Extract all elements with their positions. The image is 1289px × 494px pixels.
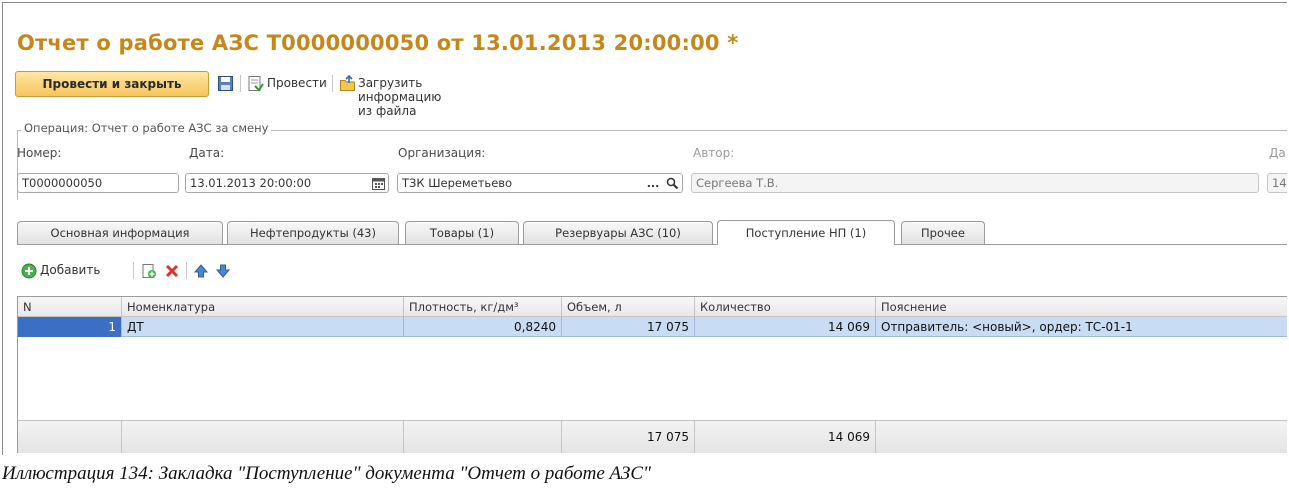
number-field[interactable]: Т0000000050 bbox=[17, 173, 179, 193]
footer-total-volume: 17 075 bbox=[562, 421, 695, 453]
extra-date-label: Да bbox=[1269, 146, 1286, 160]
tab-goods[interactable]: Товары (1) bbox=[405, 221, 519, 244]
footer-total-quantity: 14 069 bbox=[695, 421, 876, 453]
organization-field-value: ТЗК Шереметьево bbox=[402, 176, 513, 190]
cell-volume[interactable]: 17 075 bbox=[562, 317, 695, 337]
footer-cell-empty bbox=[404, 421, 562, 453]
tabs-baseline bbox=[17, 244, 1287, 245]
delete-icon[interactable] bbox=[164, 263, 180, 282]
organization-field[interactable]: ТЗК Шереметьево ... bbox=[397, 173, 683, 193]
toolbar-separator bbox=[240, 75, 241, 92]
page-title: Отчет о работе АЗС Т0000000050 от 13.01.… bbox=[17, 31, 739, 55]
column-header-volume[interactable]: Объем, л bbox=[562, 297, 695, 317]
cell-density[interactable]: 0,8240 bbox=[404, 317, 562, 337]
cell-quantity[interactable]: 14 069 bbox=[695, 317, 876, 337]
author-label: Автор: bbox=[693, 146, 735, 160]
figure-caption: Иллюстрация 134: Закладка "Поступление" … bbox=[2, 463, 651, 484]
cell-n[interactable]: 1 bbox=[18, 317, 122, 337]
column-header-quantity[interactable]: Количество bbox=[695, 297, 876, 317]
post-button[interactable]: Провести bbox=[267, 76, 327, 90]
move-up-icon[interactable] bbox=[193, 263, 209, 282]
column-header-note[interactable]: Пояснение bbox=[876, 297, 1287, 317]
date-field-value: 13.01.2013 20:00:00 bbox=[190, 176, 312, 190]
load-from-file-button[interactable]: Загрузить информацию из файла bbox=[358, 76, 441, 118]
post-and-close-button[interactable]: Провести и закрыть bbox=[15, 71, 209, 97]
organization-label: Организация: bbox=[398, 146, 486, 160]
toolbar-separator bbox=[332, 75, 333, 92]
cell-item[interactable]: ДТ bbox=[122, 317, 404, 337]
tab-reservoirs[interactable]: Резервуары АЗС (10) bbox=[523, 221, 713, 244]
receipt-table[interactable]: N Номенклатура Плотность, кг/дм³ Объем, … bbox=[17, 296, 1287, 453]
table-footer: 17 075 14 069 bbox=[18, 420, 1287, 453]
add-icon[interactable] bbox=[21, 263, 37, 282]
tab-np-receipt[interactable]: Поступление НП (1) bbox=[717, 220, 895, 245]
calendar-icon[interactable] bbox=[369, 175, 387, 191]
add-button[interactable]: Добавить bbox=[40, 263, 100, 277]
footer-cell-empty bbox=[18, 421, 122, 453]
date-field[interactable]: 13.01.2013 20:00:00 bbox=[185, 173, 389, 193]
tab-main-info[interactable]: Основная информация bbox=[17, 221, 223, 244]
copy-row-icon[interactable] bbox=[141, 263, 157, 282]
toolbar-separator bbox=[133, 262, 134, 279]
move-down-icon[interactable] bbox=[215, 263, 231, 282]
search-icon[interactable] bbox=[663, 175, 681, 191]
extra-date-field: 14 bbox=[1267, 173, 1287, 193]
load-from-file-icon[interactable] bbox=[339, 74, 356, 92]
toolbar-separator bbox=[186, 262, 187, 279]
column-header-density[interactable]: Плотность, кг/дм³ bbox=[404, 297, 562, 317]
save-icon[interactable] bbox=[217, 75, 234, 92]
author-field: Сергеева Т.В. bbox=[691, 173, 1259, 193]
date-label: Дата: bbox=[189, 146, 225, 160]
table-row[interactable]: 1 ДТ 0,8240 17 075 14 069 Отправитель: <… bbox=[18, 317, 1287, 337]
operation-group-title: Операция: Отчет о работе АЗС за смену bbox=[21, 121, 272, 135]
document-window: Отчет о работе АЗС Т0000000050 от 13.01.… bbox=[2, 2, 1287, 455]
column-header-n[interactable]: N bbox=[18, 297, 122, 317]
column-header-item[interactable]: Номенклатура bbox=[122, 297, 404, 317]
tab-oil-products[interactable]: Нефтепродукты (43) bbox=[227, 221, 399, 244]
post-document-icon[interactable] bbox=[247, 75, 264, 92]
footer-cell-empty bbox=[876, 421, 1287, 453]
number-label: Номер: bbox=[17, 146, 62, 160]
cell-note[interactable]: Отправитель: <новый>, ордер: ТС-01-1 bbox=[876, 317, 1287, 337]
footer-cell-empty bbox=[122, 421, 404, 453]
tab-other[interactable]: Прочее bbox=[901, 221, 985, 244]
organization-select-button[interactable]: ... bbox=[644, 175, 662, 191]
